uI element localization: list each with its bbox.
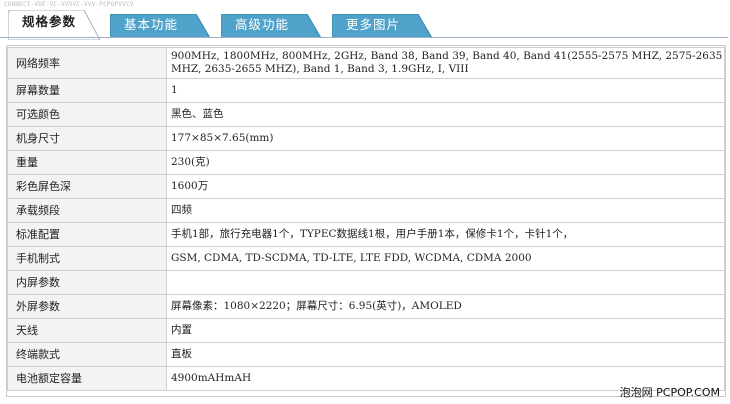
spec-key: 内屏参数	[7, 270, 167, 295]
table-row: 标准配置 手机1部，旅行充电器1个，TYPEC数据线1根，用户手册1本，保修卡1…	[7, 222, 725, 247]
tab-more-images[interactable]: 更多图片	[332, 14, 432, 38]
table-row: 机身尺寸 177×85×7.65(mm)	[7, 126, 725, 151]
table-row: 重量 230(克)	[7, 150, 725, 175]
table-row: 电池额定容量 4900mAHmAH	[7, 366, 725, 391]
table-row: 彩色屏色深 1600万	[7, 174, 725, 199]
spec-value: 手机1部，旅行充电器1个，TYPEC数据线1根，用户手册1本，保修卡1个，卡针1…	[166, 222, 725, 247]
spec-value: 1	[166, 78, 725, 103]
spec-value: 屏幕像素：1080×2220；屏幕尺寸：6.95(英寸)，AMOLED	[166, 294, 725, 319]
spec-key: 网络频率	[7, 47, 167, 79]
spec-key: 机身尺寸	[7, 126, 167, 151]
tab-underline	[0, 37, 728, 38]
table-row: 内屏参数	[7, 270, 725, 295]
spec-key: 天线	[7, 318, 167, 343]
spec-key: 手机制式	[7, 246, 167, 271]
spec-key: 承载频段	[7, 198, 167, 223]
spec-key: 彩色屏色深	[7, 174, 167, 199]
tab-basic-functions[interactable]: 基本功能	[110, 14, 210, 38]
spec-value: 177×85×7.65(mm)	[166, 126, 725, 151]
table-row: 网络频率 900MHz, 1800MHz, 800MHz, 2GHz, Band…	[7, 47, 725, 79]
spec-key: 屏幕数量	[7, 78, 167, 103]
table-row: 承载频段 四频	[7, 198, 725, 223]
table-row: 屏幕数量 1	[7, 78, 725, 103]
spec-value	[166, 270, 725, 295]
tab-advanced-functions-label: 高级功能	[235, 17, 290, 32]
specs-table: 网络频率 900MHz, 1800MHz, 800MHz, 2GHz, Band…	[7, 47, 725, 391]
table-row: 可选颜色 黑色、蓝色	[7, 102, 725, 127]
tab-specs-label: 规格参数	[22, 14, 77, 29]
spec-key: 标准配置	[7, 222, 167, 247]
spec-value: 四频	[166, 198, 725, 223]
table-row: 手机制式 GSM, CDMA, TD-SCDMA, TD-LTE, LTE FD…	[7, 246, 725, 271]
spec-value: 1600万	[166, 174, 725, 199]
site-watermark: 泡泡网 PCPOP.COM	[619, 386, 720, 399]
spec-value: 900MHz, 1800MHz, 800MHz, 2GHz, Band 38, …	[166, 47, 725, 79]
spec-key: 电池额定容量	[7, 366, 167, 391]
table-row: 天线 内置	[7, 318, 725, 343]
spec-value: GSM, CDMA, TD-SCDMA, TD-LTE, LTE FDD, WC…	[166, 246, 725, 271]
spec-key: 终端款式	[7, 342, 167, 367]
spec-value: 内置	[166, 318, 725, 343]
top-watermark: CONNECT-VUE-VC-VVVVC-VVV-PCPOPVVCV	[4, 1, 134, 8]
spec-key: 可选颜色	[7, 102, 167, 127]
spec-value: 直板	[166, 342, 725, 367]
tab-bar: 规格参数 基本功能 高级功能 更多图片	[0, 8, 730, 40]
specs-panel: 网络频率 900MHz, 1800MHz, 800MHz, 2GHz, Band…	[6, 45, 726, 397]
tab-more-images-label: 更多图片	[346, 17, 401, 32]
tab-basic-functions-label: 基本功能	[124, 17, 179, 32]
spec-key: 外屏参数	[7, 294, 167, 319]
table-row: 外屏参数 屏幕像素：1080×2220；屏幕尺寸：6.95(英寸)，AMOLED	[7, 294, 725, 319]
table-row: 终端款式 直板	[7, 342, 725, 367]
tab-specs[interactable]: 规格参数	[8, 10, 100, 40]
tab-advanced-functions[interactable]: 高级功能	[221, 14, 321, 38]
spec-value: 230(克)	[166, 150, 725, 175]
spec-key: 重量	[7, 150, 167, 175]
spec-value: 黑色、蓝色	[166, 102, 725, 127]
